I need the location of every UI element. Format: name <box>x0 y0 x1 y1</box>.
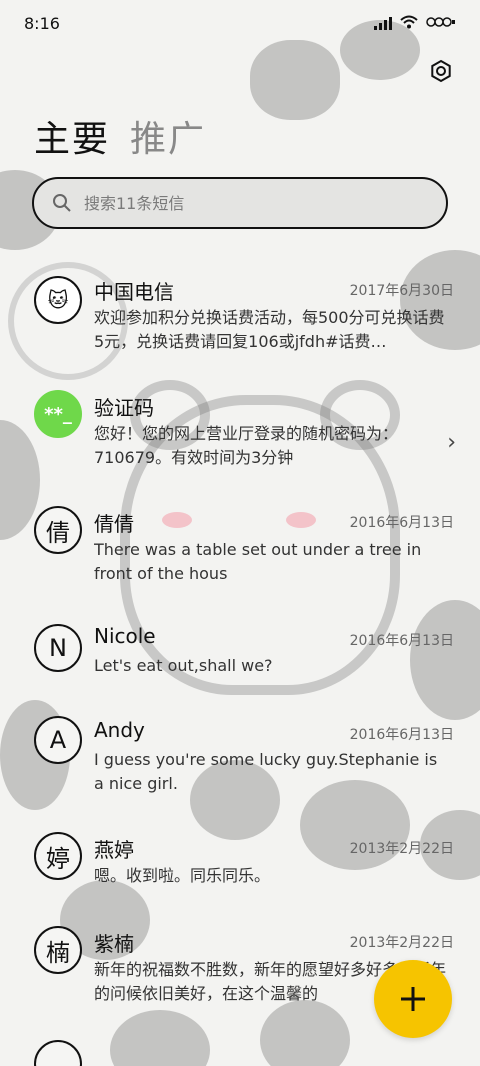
tab-bar: 主要 推广 <box>34 110 206 162</box>
conversation-item-nicole[interactable]: N Nicole 2016年6月13日 Let's eat out,shall … <box>0 612 480 692</box>
avatar: 楠 <box>34 926 82 974</box>
conversation-snippet: 嗯。收到啦。同乐同乐。 <box>94 866 271 885</box>
conversation-date: 2016年6月13日 <box>349 633 454 649</box>
conversation-item-qianqian[interactable]: 倩 倩倩 2016年6月13日 There was a table set ou… <box>0 494 480 604</box>
status-time: 8:16 <box>24 13 60 33</box>
avatar: A <box>34 716 82 764</box>
signal-icon <box>374 16 392 30</box>
tab-promotions[interactable]: 推广 <box>130 110 206 162</box>
conversation-name: 中国电信 <box>94 280 174 304</box>
conversation-date: 2016年6月13日 <box>349 727 454 743</box>
conversation-date: 2017年6月30日 <box>349 283 454 299</box>
conversation-snippet: I guess you're some lucky guy.Stephanie … <box>94 750 438 793</box>
avatar: 婷 <box>34 832 82 880</box>
conversation-name: 燕婷 <box>94 838 134 862</box>
conversation-snippet: There was a table set out under a tree i… <box>94 540 422 583</box>
conversation-date: 2013年2月22日 <box>349 935 454 951</box>
status-bar: 8:16 <box>0 0 480 46</box>
conversation-item-yanting[interactable]: 婷 燕婷 2013年2月22日 嗯。收到啦。同乐同乐。 <box>0 830 480 910</box>
conversation-item-china-telecom[interactable]: 🐱 中国电信 2017年6月30日 欢迎参加积分兑换话费活动，每500分可兑换话… <box>0 262 480 372</box>
avatar: N <box>34 624 82 672</box>
conversation-snippet: Let's eat out,shall we? <box>94 656 273 675</box>
avatar: **_ <box>34 390 82 438</box>
conversation-name: Nicole <box>94 624 156 648</box>
conversation-date: 2016年6月13日 <box>349 515 454 531</box>
search-bar[interactable] <box>32 177 448 229</box>
conversation-name: Andy <box>94 718 145 742</box>
conversation-name: 紫楠 <box>94 932 134 956</box>
settings-button[interactable] <box>428 58 454 84</box>
conversation-date: 2013年2月22日 <box>349 841 454 857</box>
gear-icon <box>431 59 451 83</box>
search-icon <box>53 194 71 212</box>
plus-icon <box>401 987 425 1011</box>
conversation-name: 倩倩 <box>94 512 134 536</box>
avatar <box>34 1040 82 1066</box>
search-input[interactable] <box>84 193 384 213</box>
tab-primary[interactable]: 主要 <box>34 110 110 162</box>
conversation-snippet: 欢迎参加积分兑换话费活动，每500分可兑换话费5元，兑换话费请回复106或jfd… <box>94 308 445 351</box>
avatar: 🐱 <box>34 276 82 324</box>
avatar: 倩 <box>34 506 82 554</box>
wifi-icon <box>400 14 418 33</box>
battery-icon <box>426 15 456 32</box>
conversation-snippet: 您好！您的网上营业厅登录的随机密码为：710679。有效时间为3分钟 <box>94 424 399 467</box>
chevron-right-icon[interactable]: › <box>447 430 456 455</box>
conversation-item-andy[interactable]: A Andy 2016年6月13日 I guess you're some lu… <box>0 706 480 816</box>
conversation-name: 验证码 <box>94 396 154 420</box>
conversation-item-partial[interactable] <box>0 1038 480 1066</box>
conversation-item-verification[interactable]: **_ 验证码 您好！您的网上营业厅登录的随机密码为：710679。有效时间为3… <box>0 378 480 488</box>
new-message-button[interactable] <box>374 960 452 1038</box>
